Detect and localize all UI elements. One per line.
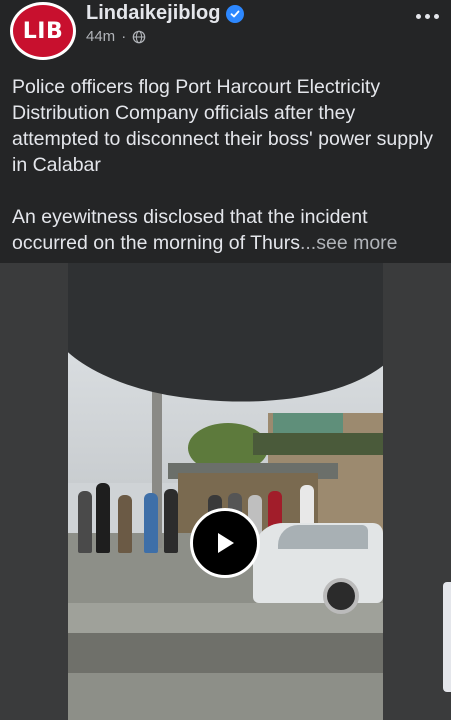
post-timestamp[interactable]: 44m xyxy=(86,28,115,45)
post-meta: 44m · xyxy=(86,28,146,45)
lib-logo: LIB xyxy=(13,5,73,57)
post-caption: Police officers flog Port Harcourt Elect… xyxy=(12,74,442,256)
scrollbar-handle[interactable] xyxy=(443,582,451,692)
more-options-icon[interactable] xyxy=(416,14,439,19)
page-avatar[interactable]: LIB xyxy=(10,2,76,60)
globe-icon xyxy=(132,30,146,43)
see-more-link[interactable]: see more xyxy=(316,232,397,254)
page-name-row: Lindaikejiblog xyxy=(86,2,245,25)
play-button[interactable] xyxy=(190,508,260,578)
post-header: LIB Lindaikejiblog 44m · xyxy=(0,0,451,66)
verified-badge-icon xyxy=(226,4,245,23)
caption-paragraph-2: An eyewitness disclosed that the inciden… xyxy=(12,204,442,256)
video-player[interactable] xyxy=(0,263,451,720)
meta-separator: · xyxy=(121,28,127,45)
caption-paragraph-1: Police officers flog Port Harcourt Elect… xyxy=(12,76,434,176)
page-name[interactable]: Lindaikejiblog xyxy=(86,2,220,25)
video-thumbnail xyxy=(68,263,383,720)
play-icon xyxy=(218,533,234,553)
caption-ellipsis: ... xyxy=(299,232,317,254)
